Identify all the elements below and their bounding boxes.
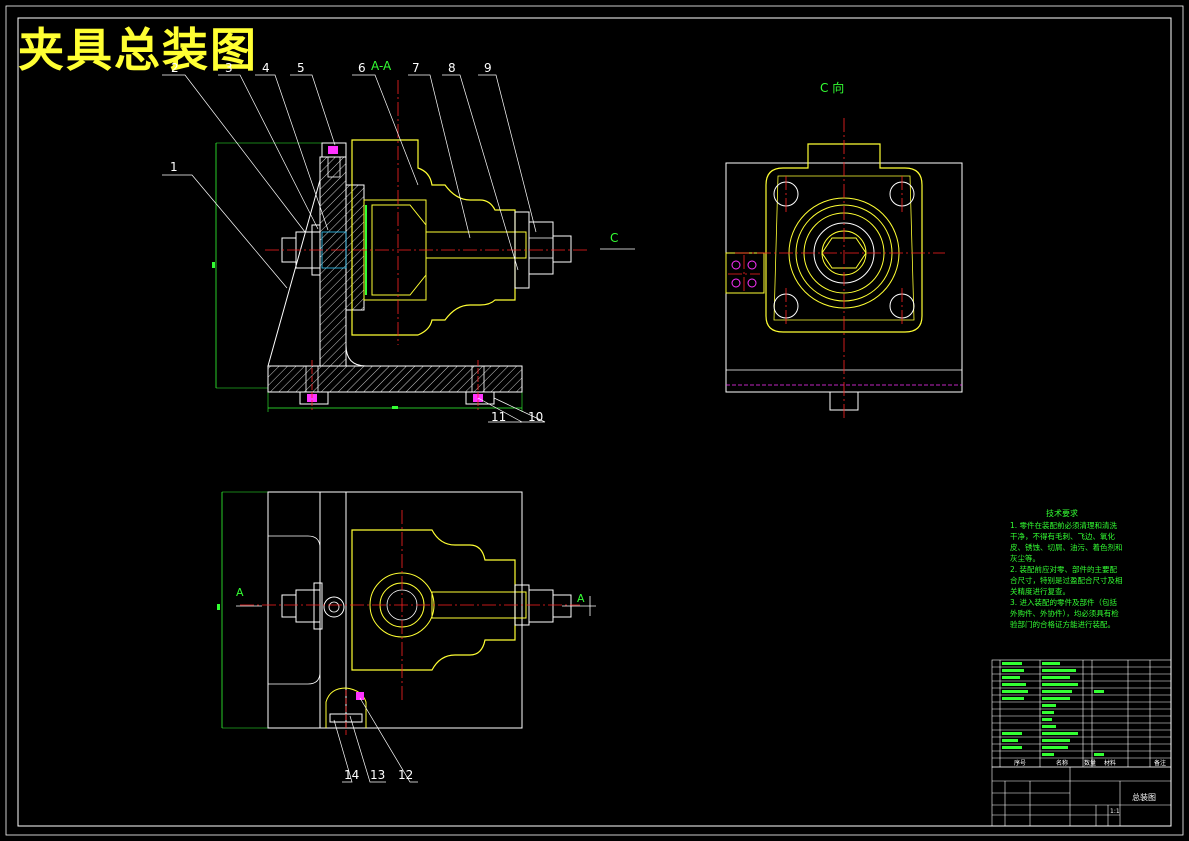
part-number-7: 7 — [412, 61, 420, 75]
arrow-a-right-label: A — [577, 592, 585, 605]
drawing-scale: 1:1 — [1110, 808, 1120, 815]
part-number-14: 14 — [344, 768, 359, 782]
view-c-label: C 向 — [820, 80, 844, 95]
tech-req-line-2: 干净，不得有毛刺、飞边、氧化 — [1010, 531, 1115, 541]
part-number-8: 8 — [448, 61, 456, 75]
tech-req-line-8: 3. 进入装配的零件及部件（包括 — [1010, 597, 1118, 607]
col-seq: 序号 — [1014, 759, 1026, 767]
col-name: 名称 — [1056, 759, 1068, 767]
tech-req-line-5: 2. 装配前应对零、部件的主要配 — [1010, 564, 1118, 574]
tech-req-line-3: 皮、锈蚀、切屑、油污、着色剂和 — [1010, 542, 1123, 552]
part-number-13: 13 — [370, 768, 385, 782]
top-view: A A 12 13 14 — [217, 491, 596, 783]
part-number-9: 9 — [484, 61, 492, 75]
arrow-c-label: C — [610, 231, 618, 245]
drawing-name: 总装图 — [1132, 792, 1156, 802]
tech-req-line-10: 验部门的合格证方能进行装配。 — [1010, 619, 1115, 629]
part-number-2: 2 — [171, 61, 179, 75]
col-qty: 数量 — [1084, 759, 1096, 767]
inner-frame — [17, 17, 1172, 827]
outer-frame — [5, 5, 1184, 836]
part-number-6: 6 — [358, 61, 366, 75]
technical-requirements: 技术要求 1. 零件在装配前必须清理和清洗 干净，不得有毛刺、飞边、氧化 皮、锈… — [1010, 508, 1123, 629]
tech-req-line-6: 合尺寸，特别是过盈配合尺寸及相 — [1010, 575, 1123, 585]
view-c: C 向 — [725, 80, 963, 420]
part-number-1: 1 — [170, 160, 178, 174]
section-view-a-a: A-A C 1 2 3 4 5 6 7 8 9 10 11 — [162, 59, 635, 424]
tech-req-line-7: 关精度进行复查。 — [1010, 586, 1070, 596]
assembly-drawing: A-A C 1 2 3 4 5 6 7 8 9 10 11 C 向 A A 12… — [5, 5, 1184, 836]
section-label: A-A — [371, 59, 392, 73]
parts-list-header: 序号 名称 数量 材料 备注 — [1014, 759, 1166, 767]
part-number-10: 10 — [528, 410, 543, 424]
col-note: 备注 — [1154, 759, 1166, 767]
tech-req-line-1: 1. 零件在装配前必须清理和清洗 — [1010, 520, 1118, 530]
arrow-a-left-label: A — [236, 586, 244, 599]
tech-req-line-9: 外购件、外协件），均必须具有检 — [1010, 608, 1119, 618]
part-number-3: 3 — [225, 61, 233, 75]
part-number-5: 5 — [297, 61, 305, 75]
part-number-4: 4 — [262, 61, 270, 75]
part-number-11: 11 — [491, 410, 506, 424]
tech-req-line-4: 灰尘等。 — [1010, 553, 1040, 563]
tech-req-heading: 技术要求 — [1046, 508, 1078, 518]
part-number-12: 12 — [398, 768, 413, 782]
col-material: 材料 — [1104, 759, 1116, 767]
